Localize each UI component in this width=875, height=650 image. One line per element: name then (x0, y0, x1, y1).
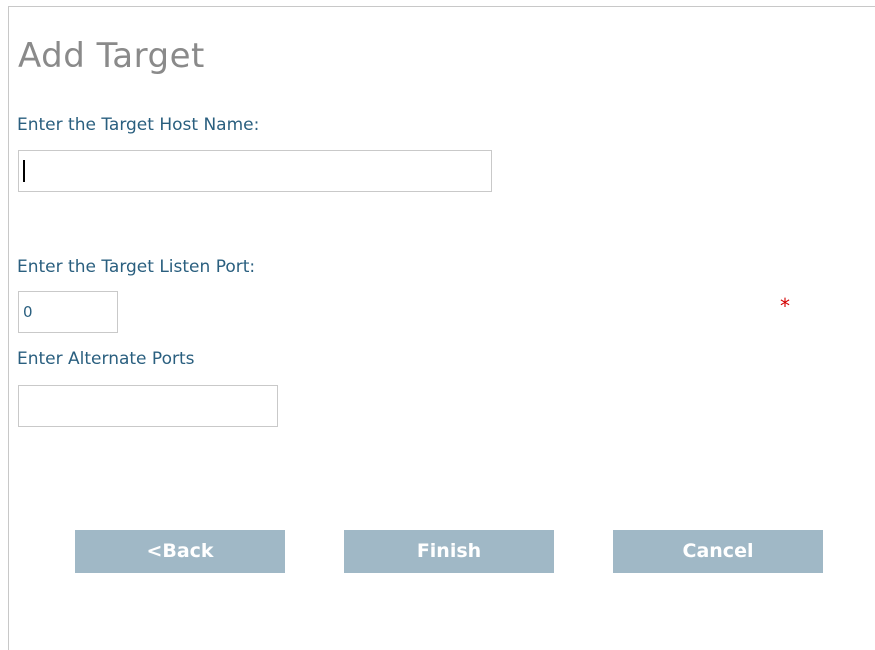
panel-border-top (8, 6, 875, 7)
alternate-ports-label: Enter Alternate Ports (17, 349, 195, 369)
listen-port-input[interactable] (18, 291, 118, 333)
finish-button[interactable]: Finish (344, 530, 554, 573)
panel-border-left (8, 6, 9, 650)
add-target-page: Add Target Enter the Target Host Name: E… (0, 0, 875, 650)
alternate-ports-input[interactable] (18, 385, 278, 427)
required-asterisk: * (780, 294, 790, 318)
host-name-input[interactable] (18, 150, 492, 192)
text-cursor (23, 160, 25, 182)
page-title: Add Target (18, 36, 205, 76)
host-name-label: Enter the Target Host Name: (17, 115, 260, 135)
back-button[interactable]: <Back (75, 530, 285, 573)
cancel-button[interactable]: Cancel (613, 530, 823, 573)
listen-port-label: Enter the Target Listen Port: (17, 257, 256, 277)
